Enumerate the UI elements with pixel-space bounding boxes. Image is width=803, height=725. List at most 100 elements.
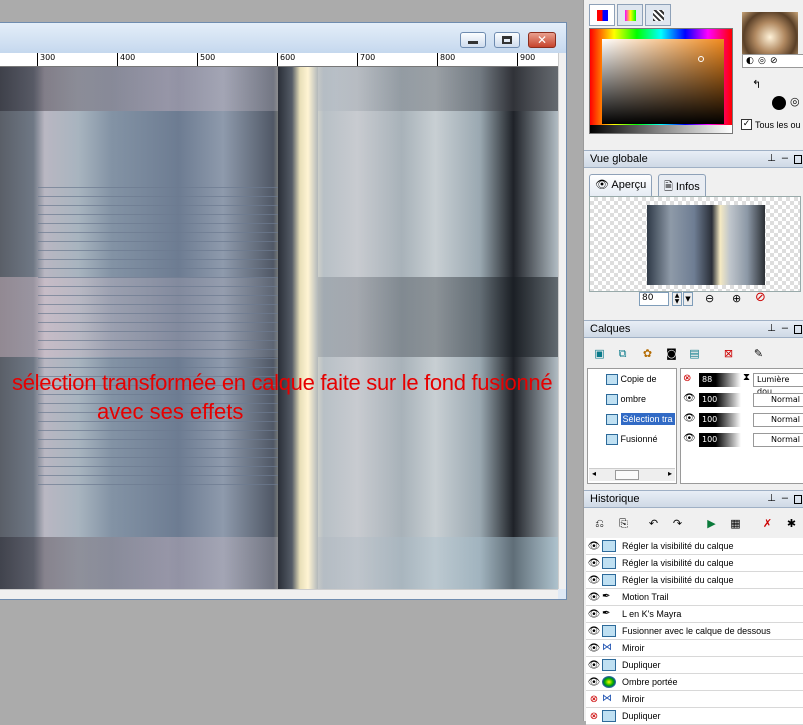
new-adjustment-layer-icon[interactable]: ▤ — [687, 346, 702, 361]
delete-layer-icon[interactable]: ⊠ — [721, 346, 736, 361]
foreground-color[interactable] — [772, 96, 786, 110]
layer-list-scrollbar[interactable]: ◂ ▸ — [589, 468, 675, 481]
eye-icon[interactable]: 👁 — [683, 393, 696, 404]
edit-layer-icon[interactable]: ✎ — [751, 346, 766, 361]
zoom-out-icon[interactable]: ⊖ — [705, 292, 714, 305]
clear-history-icon[interactable]: ✗ — [760, 516, 775, 531]
scroll-left-icon[interactable]: ◂ — [592, 469, 596, 478]
grayscale-strip[interactable] — [590, 125, 732, 133]
checkbox-icon[interactable]: ✓ — [741, 119, 752, 130]
purge-icon[interactable]: ✱ — [784, 516, 799, 531]
zoom-dropdown-icon[interactable]: ▼ — [683, 292, 693, 306]
none-icon[interactable]: ⊘ — [770, 56, 778, 66]
history-item[interactable]: ⊗ Dupliquer — [586, 708, 803, 725]
minimize-panel-icon[interactable]: – — [782, 322, 788, 334]
opacity-slider[interactable]: 100 — [699, 433, 741, 447]
eye-icon[interactable]: 👁 — [586, 660, 602, 671]
document-titlebar[interactable]: ✕ — [0, 23, 566, 53]
copy-script-icon[interactable]: ▦ — [728, 516, 743, 531]
layer-item[interactable]: ombre — [606, 394, 646, 406]
blend-mode-select[interactable]: Normal — [753, 393, 803, 407]
history-list[interactable]: 👁 Régler la visibilité du calque 👁 Régler … — [584, 538, 803, 725]
new-mask-layer-icon[interactable]: ◙ — [664, 346, 679, 361]
pin-icon[interactable]: ⊥ — [767, 323, 776, 334]
texture-toggle-icon[interactable]: ◎ — [790, 95, 800, 108]
tab-swatches[interactable] — [589, 4, 615, 26]
eye-icon[interactable]: 👁 — [586, 541, 602, 552]
eye-icon[interactable]: 👁 — [586, 609, 602, 620]
play-script-icon[interactable]: ▶ — [704, 516, 719, 531]
overview-preview[interactable] — [589, 196, 801, 292]
eye-hidden-icon[interactable]: ⊗ — [586, 711, 602, 722]
float-panel-icon[interactable] — [794, 495, 802, 504]
opacity-slider[interactable]: 100 — [699, 393, 741, 407]
color-square[interactable] — [602, 39, 724, 124]
history-item[interactable]: 👁 ⋈ Miroir — [586, 640, 803, 657]
float-panel-icon[interactable] — [794, 325, 802, 334]
eye-icon[interactable]: 👁 — [586, 575, 602, 586]
color-picker[interactable] — [589, 28, 733, 134]
history-item[interactable]: 👁 Régler la visibilité du calque — [586, 538, 803, 555]
undo-icon[interactable]: ↶ — [646, 516, 661, 531]
float-panel-icon[interactable] — [794, 155, 802, 164]
layer-item[interactable]: Copie de — [606, 374, 657, 386]
opacity-slider[interactable]: 100 — [699, 413, 741, 427]
history-item[interactable]: 👁 Régler la visibilité du calque — [586, 555, 803, 572]
eye-icon[interactable]: 👁 — [586, 677, 602, 688]
undo-to-icon[interactable]: ⎌ — [592, 516, 607, 531]
image-canvas[interactable] — [0, 67, 558, 589]
layer-names-list[interactable]: Copie de ombre Sélection tra Fusionné ◂ ▸ — [587, 368, 677, 484]
eye-icon[interactable]: 👁 — [683, 413, 696, 424]
blend-mode-select[interactable]: Lumière dou — [753, 373, 803, 396]
overview-header[interactable]: Vue globale ⊥ – — [584, 150, 803, 168]
history-item[interactable]: ⊗ ⋈ Miroir — [586, 691, 803, 708]
close-button[interactable]: ✕ — [528, 32, 556, 48]
layer-item-selected[interactable]: Sélection tra — [606, 413, 675, 426]
history-item[interactable]: 👁 Ombre portée — [586, 674, 803, 691]
eye-icon[interactable]: 👁 — [683, 433, 696, 444]
tab-preview[interactable]: 👁 Aperçu — [589, 174, 653, 196]
vertical-scrollbar[interactable] — [558, 53, 566, 589]
blend-mode-select[interactable]: Normal — [753, 433, 803, 447]
history-item[interactable]: 👁 ✒ Motion Trail — [586, 589, 803, 606]
lock-icon[interactable]: ⧗ — [743, 372, 750, 383]
texture-icon[interactable]: ◎ — [758, 56, 766, 66]
tab-pattern[interactable] — [645, 4, 671, 26]
tab-gradient[interactable] — [617, 4, 643, 26]
eye-icon[interactable]: 👁 — [586, 592, 602, 603]
new-art-layer-icon[interactable]: ✿ — [640, 346, 655, 361]
eye-icon[interactable]: 👁 — [586, 643, 602, 654]
eye-icon[interactable]: 👁 — [586, 558, 602, 569]
scroll-right-icon[interactable]: ▸ — [668, 469, 672, 478]
all-tools-option[interactable]: ✓ Tous les ou — [741, 119, 801, 130]
layer-item[interactable]: Fusionné — [606, 434, 658, 446]
minimize-panel-icon[interactable]: – — [782, 152, 788, 164]
history-item[interactable]: 👁 ✒ L en K's Mayra — [586, 606, 803, 623]
redo-to-icon[interactable]: ⎘ — [616, 516, 631, 531]
history-item[interactable]: 👁 Fusionner avec le calque de dessous — [586, 623, 803, 640]
eye-icon[interactable]: 👁 — [586, 626, 602, 637]
zoom-in-icon[interactable]: ⊕ — [732, 292, 741, 305]
zoom-100-icon[interactable]: ⊘ — [755, 290, 766, 305]
material-swatch[interactable] — [742, 12, 798, 54]
scroll-thumb[interactable] — [615, 470, 639, 480]
pin-icon[interactable]: ⊥ — [767, 493, 776, 504]
blend-mode-select[interactable]: Normal — [753, 413, 803, 427]
new-vector-layer-icon[interactable]: ⧉ — [615, 346, 630, 361]
pin-icon[interactable]: ⊥ — [767, 153, 776, 164]
eye-hidden-icon[interactable]: ⊗ — [683, 373, 691, 384]
eye-hidden-icon[interactable]: ⊗ — [586, 694, 602, 705]
new-raster-layer-icon[interactable]: ▣ — [592, 346, 607, 361]
history-item[interactable]: 👁 Dupliquer — [586, 657, 803, 674]
tab-info[interactable]: 🗎 Infos — [658, 174, 706, 196]
opacity-slider[interactable]: 88 — [699, 373, 741, 387]
maximize-button[interactable] — [494, 32, 520, 48]
color-cursor[interactable] — [698, 56, 704, 62]
swap-colors-icon[interactable]: ↰ — [752, 78, 761, 91]
minimize-button[interactable] — [460, 32, 486, 48]
history-item[interactable]: 👁 Régler la visibilité du calque — [586, 572, 803, 589]
zoom-spinner[interactable]: ▲ ▼ — [672, 292, 682, 306]
minimize-panel-icon[interactable]: – — [782, 492, 788, 504]
redo-icon[interactable]: ↷ — [670, 516, 685, 531]
half-icon[interactable]: ◐ — [746, 56, 754, 66]
